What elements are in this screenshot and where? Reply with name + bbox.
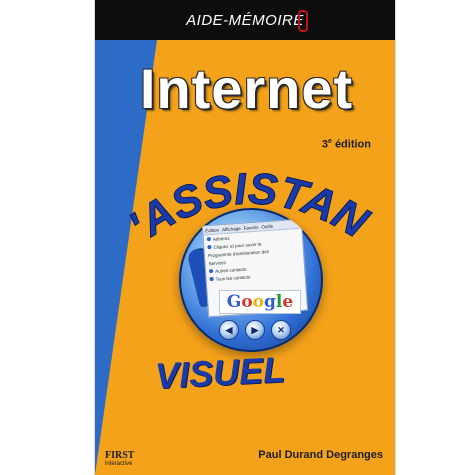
edition-label: 3e édition <box>322 138 371 151</box>
screen-row-text: Services <box>208 259 226 266</box>
menu-item: Édition <box>205 226 220 233</box>
publisher-logo: FIRST interactive <box>105 450 135 468</box>
screen-row-text: Tous les contacts <box>215 273 251 282</box>
bullet-icon <box>207 244 212 250</box>
google-letter: g <box>264 292 276 312</box>
screen-row-text: Adhérez <box>212 235 230 242</box>
series-banner: AIDE-MÉMOIRE <box>95 0 395 40</box>
series-name: AIDE-MÉMOIRE <box>186 11 304 29</box>
publisher-sub: interactive <box>105 461 133 467</box>
menu-item: Favoris <box>243 224 259 231</box>
author-name: Paul Durand Degranges <box>258 449 383 461</box>
close-icon: ✕ <box>271 320 291 340</box>
bullet-icon <box>208 268 214 274</box>
menu-item: Affichage <box>221 225 241 232</box>
google-letter: o <box>241 292 253 312</box>
google-letter: o <box>252 292 265 312</box>
google-letter: G <box>226 292 242 312</box>
nav-buttons: ◀ ▶ ✕ <box>215 320 295 342</box>
menu-item: Outils <box>261 223 273 229</box>
google-letter: e <box>282 292 294 312</box>
forward-icon: ▶ <box>245 320 265 340</box>
globe-illustration: Édition Affichage Favoris Outils Adhérez… <box>179 208 323 352</box>
bullet-icon <box>206 237 212 242</box>
edition-word: édition <box>334 138 371 151</box>
publisher-name: FIRST <box>105 450 135 461</box>
back-icon: ◀ <box>219 320 239 340</box>
book-cover: AIDE-MÉMOIRE Internet 3e édition L'ASSIS… <box>95 0 395 475</box>
book-title: Internet <box>139 57 354 120</box>
bullet-icon <box>209 276 214 282</box>
edition-suffix: e <box>327 138 332 145</box>
paperclip-icon <box>298 10 308 32</box>
google-logo: Google <box>219 290 301 314</box>
bottom-title: VISUEL <box>153 348 286 397</box>
